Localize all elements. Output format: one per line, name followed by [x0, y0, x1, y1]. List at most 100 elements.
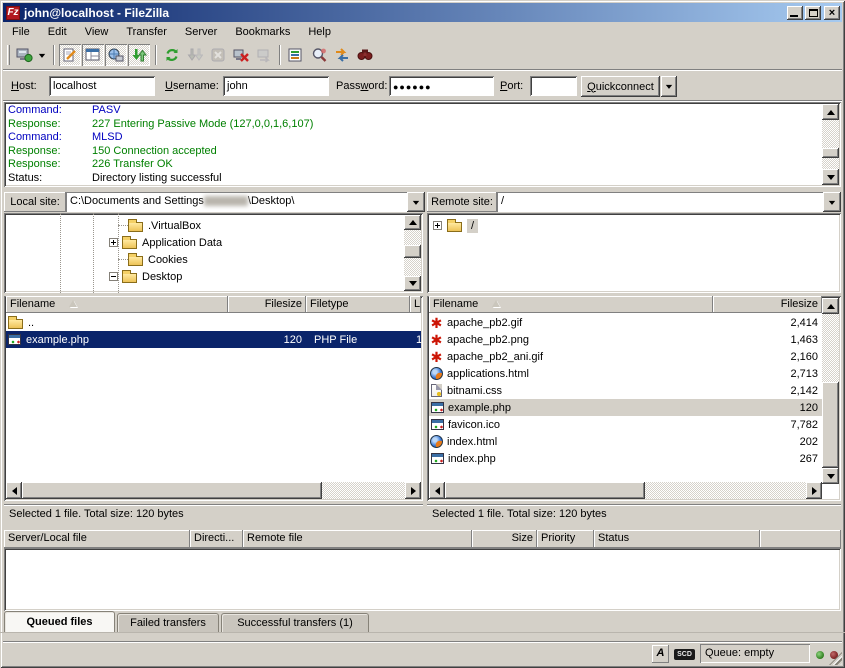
menu-edit[interactable]: Edit [39, 24, 76, 40]
file-row[interactable]: index.php267 [429, 450, 822, 467]
file-row-parent-dir[interactable]: .. [6, 314, 421, 331]
title-bar: Fz john@localhost - FileZilla × [3, 3, 842, 22]
toolbar-grip[interactable] [7, 45, 10, 65]
remote-site-dropdown[interactable] [823, 192, 841, 212]
message-log-icon [62, 47, 78, 63]
remote-col-filename[interactable]: Filename [429, 296, 713, 313]
status-bar: A SCD Queue: empty [3, 641, 842, 665]
disconnect-button[interactable] [230, 44, 252, 66]
maximize-button[interactable] [805, 6, 821, 20]
local-tree-scrollbar[interactable] [404, 215, 421, 291]
filter-icon [288, 47, 304, 63]
port-label: Port: [500, 80, 523, 92]
site-manager-button[interactable] [13, 44, 35, 66]
refresh-button[interactable] [161, 44, 183, 66]
file-row[interactable]: bitnami.css2,142 [429, 382, 822, 399]
file-row[interactable]: ✱apache_pb2.gif2,414 [429, 314, 822, 331]
tab-queued-files[interactable]: Queued files [4, 611, 115, 632]
local-col-filename[interactable]: Filename [6, 296, 228, 313]
message-log: Command:PASV Response:227 Entering Passi… [4, 102, 841, 187]
site-manager-dropdown[interactable] [35, 44, 48, 66]
local-col-filesize[interactable]: Filesize [228, 296, 306, 313]
folder-icon [122, 239, 137, 249]
menu-file[interactable]: File [3, 24, 39, 40]
queue-size-indicator: Queue: empty [700, 644, 810, 663]
reconnect-button[interactable] [253, 44, 275, 66]
php-file-icon [8, 334, 21, 345]
php-file-icon [431, 453, 444, 464]
process-queue-button[interactable] [184, 44, 206, 66]
local-tree-icon [85, 47, 101, 63]
filezilla-app-icon[interactable]: Fz [6, 6, 20, 20]
expand-icon[interactable] [433, 221, 442, 230]
file-row[interactable]: index.html202 [429, 433, 822, 450]
local-col-lastmodified[interactable]: L [410, 296, 421, 313]
close-button[interactable]: × [824, 6, 840, 20]
password-input[interactable]: ●●●●●● [389, 76, 494, 96]
menu-server[interactable]: Server [176, 24, 226, 40]
queue-col-status[interactable]: Status [594, 530, 760, 548]
remote-list-vscrollbar[interactable] [822, 298, 839, 484]
tab-successful-transfers[interactable]: Successful transfers (1) [221, 613, 369, 632]
local-list-hscrollbar[interactable] [6, 482, 421, 499]
apache-file-icon: ✱ [429, 316, 444, 330]
toggle-queue-button[interactable] [128, 44, 150, 66]
remote-col-filesize[interactable]: Filesize [713, 296, 822, 313]
cancel-icon [210, 47, 226, 63]
quickconnect-dropdown[interactable] [661, 76, 677, 97]
find-files-icon [357, 47, 373, 63]
file-row-example-php[interactable]: example.php 120 PHP File 1 [6, 331, 421, 348]
tree-item-desktop[interactable]: Desktop [109, 268, 409, 285]
file-row[interactable]: ✱apache_pb2.png1,463 [429, 331, 822, 348]
cancel-button[interactable] [207, 44, 229, 66]
local-col-filetype[interactable]: Filetype [306, 296, 410, 313]
queue-col-size[interactable]: Size [472, 530, 537, 548]
minimize-button[interactable] [787, 6, 803, 20]
open-folder-icon [447, 222, 462, 232]
tree-item-application-data[interactable]: Application Data [109, 234, 409, 251]
queue-list[interactable] [4, 548, 841, 611]
window-title: john@localhost - FileZilla [24, 6, 169, 20]
queue-col-remote-file[interactable]: Remote file [243, 530, 472, 548]
tree-item-virtualbox[interactable]: .VirtualBox [118, 217, 408, 234]
queue-col-priority[interactable]: Priority [537, 530, 594, 548]
local-site-combo[interactable]: C:\Documents and Settings\Desktop\ [66, 192, 407, 212]
file-row[interactable]: favicon.ico7,782 [429, 416, 822, 433]
menu-transfer[interactable]: Transfer [117, 24, 176, 40]
quickconnect-button[interactable]: Quickconnect [581, 76, 660, 97]
ico-file-icon [431, 419, 444, 430]
queue-col-local-file[interactable]: Server/Local file [4, 530, 190, 548]
toggle-remote-tree-button[interactable] [105, 44, 127, 66]
compare-button[interactable] [308, 44, 330, 66]
port-input[interactable] [530, 76, 577, 96]
html-file-icon [430, 367, 443, 380]
toggle-local-tree-button[interactable] [82, 44, 104, 66]
compare-icon [311, 47, 327, 63]
find-files-button[interactable] [354, 44, 376, 66]
transfer-type-indicator[interactable]: A [652, 645, 669, 663]
log-scrollbar[interactable] [822, 104, 839, 185]
host-input[interactable]: localhost [49, 76, 155, 96]
tab-failed-transfers[interactable]: Failed transfers [117, 613, 219, 632]
remote-tree: / [427, 213, 841, 293]
expand-icon[interactable] [109, 238, 118, 247]
tree-item-cookies[interactable]: Cookies [118, 251, 408, 268]
username-input[interactable]: john [223, 76, 329, 96]
speed-limits-indicator[interactable]: SCD [674, 649, 695, 660]
menu-view[interactable]: View [76, 24, 118, 40]
log-line: Response:227 Entering Passive Mode (127,… [8, 118, 819, 132]
local-site-dropdown[interactable] [407, 192, 425, 212]
file-row[interactable]: applications.html2,713 [429, 365, 822, 382]
remote-list-hscrollbar[interactable] [429, 482, 822, 499]
menu-bookmarks[interactable]: Bookmarks [226, 24, 299, 40]
queue-col-direction[interactable]: Directi... [190, 530, 243, 548]
menu-help[interactable]: Help [299, 24, 340, 40]
toggle-message-log-button[interactable] [59, 44, 81, 66]
file-row[interactable]: ✱apache_pb2_ani.gif2,160 [429, 348, 822, 365]
collapse-icon[interactable] [109, 272, 118, 281]
tree-item-root[interactable]: / [433, 217, 733, 234]
file-row-selected[interactable]: example.php120 [429, 399, 822, 416]
synchronized-browsing-button[interactable] [331, 44, 353, 66]
filter-button[interactable] [285, 44, 307, 66]
remote-site-combo[interactable]: / [497, 192, 823, 212]
